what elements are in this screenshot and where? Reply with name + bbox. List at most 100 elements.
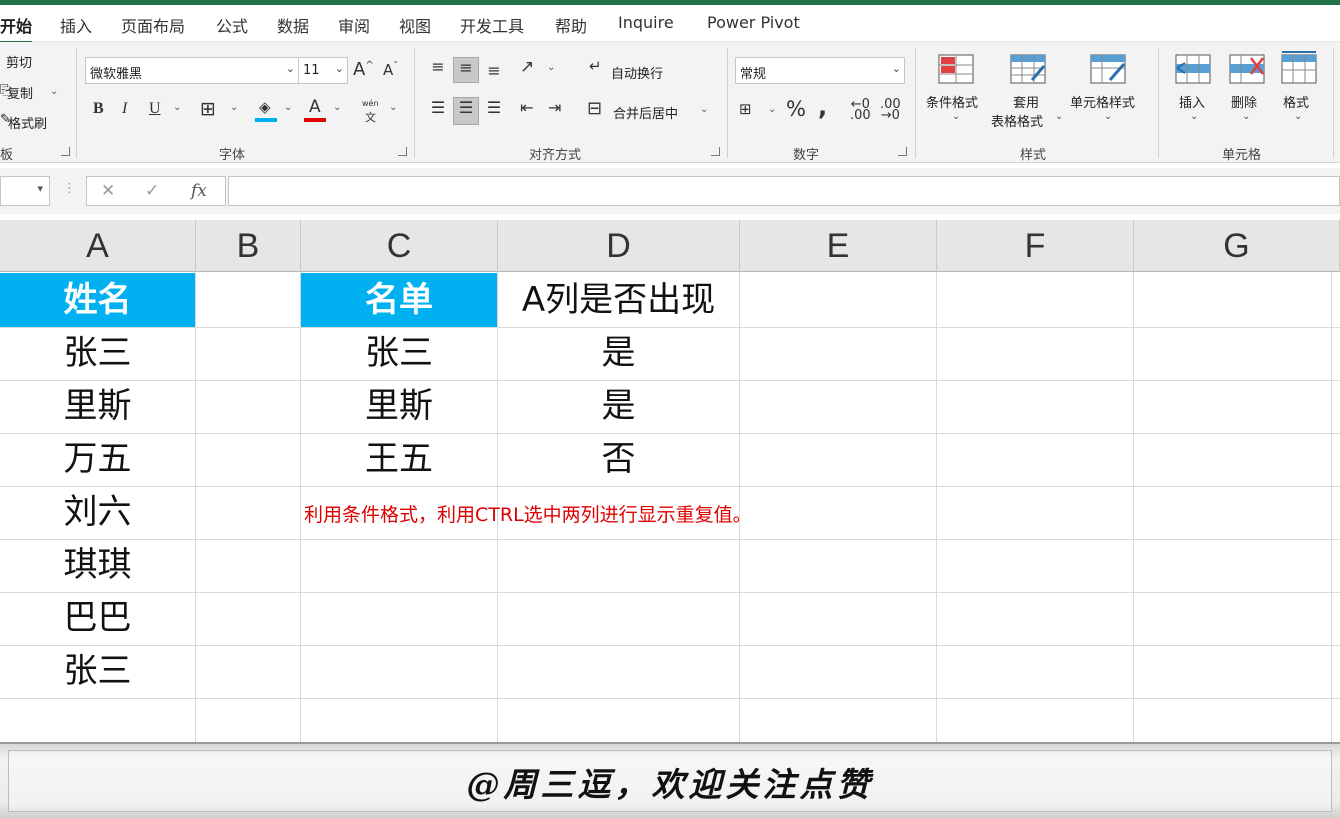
chevron-down-icon[interactable]: ⌄: [952, 111, 960, 122]
chevron-down-icon[interactable]: ⌄: [768, 104, 776, 115]
dialog-launcher-icon[interactable]: [61, 147, 70, 156]
phonetic-guide-button[interactable]: wén 文: [360, 99, 384, 124]
chevron-down-icon[interactable]: ⌄: [284, 102, 292, 113]
orientation-icon[interactable]: ↗: [520, 57, 534, 77]
comma-style-button[interactable]: ,: [818, 93, 827, 121]
dialog-launcher-icon[interactable]: [898, 147, 907, 156]
cell-a3[interactable]: 里斯: [0, 380, 195, 433]
drag-handle-icon[interactable]: ⋮: [63, 181, 76, 196]
cell-a6[interactable]: 琪琪: [0, 539, 195, 592]
align-left-icon[interactable]: ☰: [427, 98, 449, 117]
copy-button[interactable]: 复制: [7, 83, 33, 102]
cell-styles-icon[interactable]: [1090, 54, 1126, 84]
column-header-b[interactable]: B: [196, 220, 301, 272]
chevron-down-icon[interactable]: ⌄: [1055, 111, 1063, 122]
column-header-e[interactable]: E: [740, 220, 937, 272]
column-header-a[interactable]: A: [0, 220, 196, 272]
chevron-down-icon[interactable]: ⌄: [1190, 111, 1198, 122]
cancel-icon[interactable]: ✕: [101, 181, 115, 201]
conditional-formatting-button[interactable]: 条件格式: [926, 92, 978, 111]
tab-page-layout[interactable]: 页面布局: [121, 13, 185, 37]
format-as-table-line1[interactable]: 套用: [1013, 92, 1039, 111]
align-middle-icon[interactable]: ≡: [453, 57, 479, 83]
enter-icon[interactable]: ✓: [145, 181, 159, 201]
conditional-formatting-icon[interactable]: [938, 54, 974, 84]
borders-icon[interactable]: ⊞: [200, 98, 216, 120]
tab-data[interactable]: 数据: [277, 13, 309, 37]
bold-button[interactable]: B: [93, 100, 104, 118]
shrink-font-button[interactable]: Aˇ: [383, 61, 398, 79]
format-as-table-icon[interactable]: [1010, 54, 1046, 84]
chevron-down-icon[interactable]: ⌄: [1242, 111, 1250, 122]
font-color-button[interactable]: A: [304, 97, 326, 122]
cell-a8[interactable]: 张三: [0, 645, 195, 698]
tab-view[interactable]: 视图: [399, 13, 431, 37]
tab-review[interactable]: 审阅: [338, 13, 370, 37]
chevron-down-icon[interactable]: ⌄: [1294, 111, 1302, 122]
chevron-down-icon[interactable]: ⌄: [1104, 111, 1112, 122]
formula-input[interactable]: [228, 176, 1340, 206]
chevron-down-icon[interactable]: ⌄: [389, 102, 397, 113]
cell-a4[interactable]: 万五: [0, 433, 195, 486]
cut-button[interactable]: 剪切: [6, 52, 32, 71]
merge-center-button[interactable]: 合并后居中: [613, 103, 678, 122]
format-as-table-button[interactable]: 表格格式: [991, 111, 1043, 130]
italic-button[interactable]: I: [122, 100, 127, 118]
cell-c2[interactable]: 张三: [301, 327, 497, 380]
delete-cells-button[interactable]: 删除: [1231, 92, 1257, 111]
align-right-icon[interactable]: ☰: [483, 98, 505, 117]
increase-decimal-icon[interactable]: ←0.00: [850, 98, 871, 122]
tab-insert[interactable]: 插入: [60, 13, 92, 37]
align-top-icon[interactable]: ≡: [427, 57, 449, 81]
tab-power-pivot[interactable]: Power Pivot: [707, 13, 800, 32]
format-cells-button[interactable]: 格式: [1283, 92, 1309, 111]
column-header-f[interactable]: F: [937, 220, 1134, 272]
tab-developer[interactable]: 开发工具: [460, 13, 524, 37]
tab-home[interactable]: 开始: [0, 13, 33, 44]
wrap-text-button[interactable]: 自动换行: [611, 63, 663, 82]
insert-cells-icon[interactable]: [1175, 54, 1211, 84]
chevron-down-icon[interactable]: ⌄: [547, 62, 555, 73]
chevron-down-icon[interactable]: ⌄: [333, 102, 341, 113]
dialog-launcher-icon[interactable]: [398, 147, 407, 156]
percent-button[interactable]: %: [786, 97, 806, 121]
fill-color-button[interactable]: ◈: [255, 98, 277, 122]
grow-font-button[interactable]: A^: [353, 59, 374, 80]
accounting-format-icon[interactable]: ⊞: [739, 100, 752, 118]
decrease-indent-icon[interactable]: ⇤: [520, 98, 533, 117]
column-header-d[interactable]: D: [498, 220, 740, 272]
tab-help[interactable]: 帮助: [555, 13, 587, 37]
cell-a2[interactable]: 张三: [0, 327, 195, 380]
insert-cells-button[interactable]: 插入: [1179, 92, 1205, 111]
cell-d3[interactable]: 是: [498, 380, 739, 433]
name-box[interactable]: ▾: [0, 176, 50, 206]
insert-function-icon[interactable]: fx: [191, 181, 207, 201]
increase-indent-icon[interactable]: ⇥: [548, 98, 561, 117]
chevron-down-icon[interactable]: ⌄: [700, 104, 708, 115]
align-bottom-icon[interactable]: ≡: [483, 61, 505, 85]
cell-c4[interactable]: 王五: [301, 433, 497, 486]
cell-d2[interactable]: 是: [498, 327, 739, 380]
cell-c1-list-header[interactable]: 名单: [301, 273, 497, 327]
cell-styles-button[interactable]: 单元格样式: [1070, 92, 1135, 111]
chevron-down-icon[interactable]: ⌄: [173, 102, 181, 113]
cell-a5[interactable]: 刘六: [0, 486, 195, 539]
font-name-select[interactable]: 微软雅黑 ⌄: [85, 57, 299, 84]
format-cells-icon[interactable]: [1281, 50, 1317, 84]
font-size-select[interactable]: 11 ⌄: [298, 57, 348, 84]
underline-button[interactable]: U: [149, 100, 161, 118]
tab-formulas[interactable]: 公式: [216, 13, 248, 37]
tab-inquire[interactable]: Inquire: [618, 13, 674, 32]
chevron-down-icon[interactable]: ⌄: [50, 86, 58, 97]
cell-d1-appears-header[interactable]: A列是否出现: [498, 273, 739, 327]
decrease-decimal-icon[interactable]: .00 →0: [880, 98, 901, 122]
column-header-g[interactable]: G: [1134, 220, 1340, 272]
chevron-down-icon[interactable]: ⌄: [230, 102, 238, 113]
cell-d4[interactable]: 否: [498, 433, 739, 486]
number-format-select[interactable]: 常规 ⌄: [735, 57, 905, 84]
cell-c3[interactable]: 里斯: [301, 380, 497, 433]
dialog-launcher-icon[interactable]: [711, 147, 720, 156]
column-header-c[interactable]: C: [301, 220, 498, 272]
cell-a1-name-header[interactable]: 姓名: [0, 273, 195, 327]
format-painter-button[interactable]: 格式刷: [8, 113, 47, 132]
